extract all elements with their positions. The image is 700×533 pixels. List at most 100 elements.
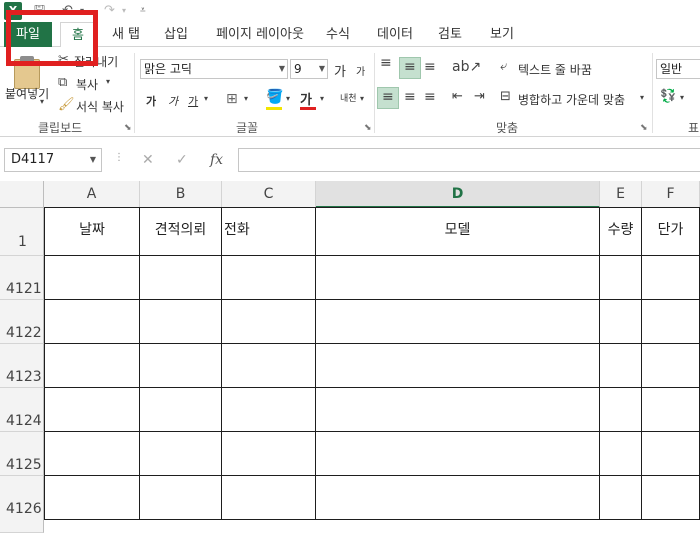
row-header[interactable]: 4124	[0, 388, 44, 432]
clipboard-launcher-icon[interactable]: ⬊	[124, 123, 132, 133]
font-launcher-icon[interactable]: ⬊	[364, 123, 372, 133]
table-cell[interactable]	[316, 300, 600, 344]
cancel-icon[interactable]: ✕	[142, 152, 154, 168]
decrease-indent-icon[interactable]: ⇤	[452, 89, 463, 104]
header-cell-model[interactable]: 모델	[316, 207, 600, 256]
enter-icon[interactable]: ✓	[176, 152, 188, 168]
table-cell[interactable]	[140, 476, 222, 520]
align-center-icon[interactable]: ≡	[404, 89, 416, 105]
tab-view[interactable]: 보기	[484, 22, 520, 47]
redo-dropdown-icon[interactable]: ▾	[122, 2, 126, 20]
redo-icon[interactable]: ↷	[104, 2, 115, 20]
font-color-button[interactable]: 가	[300, 89, 312, 108]
tab-page-layout[interactable]: 페이지 레이아웃	[210, 22, 310, 47]
alignment-launcher-icon[interactable]: ⬊	[640, 123, 648, 133]
wrap-text-icon[interactable]: ⤶	[500, 59, 507, 74]
border-dropdown-icon[interactable]: ▾	[244, 94, 248, 103]
table-cell[interactable]	[600, 300, 642, 344]
table-cell[interactable]	[316, 256, 600, 300]
table-cell[interactable]	[642, 388, 700, 432]
tab-data[interactable]: 데이터	[372, 22, 418, 47]
formula-input[interactable]	[238, 148, 700, 172]
column-header-d[interactable]: D	[316, 181, 600, 208]
table-cell[interactable]	[642, 432, 700, 476]
table-cell[interactable]	[140, 388, 222, 432]
fill-color-dropdown-icon[interactable]: ▾	[286, 94, 290, 103]
merge-center-button[interactable]: 병합하고 가운데 맞춤	[518, 91, 625, 108]
table-cell[interactable]	[140, 432, 222, 476]
underline-dropdown-icon[interactable]: ▾	[204, 94, 208, 103]
table-cell[interactable]	[222, 388, 316, 432]
underline-button[interactable]: 가	[188, 93, 198, 109]
header-cell-phone[interactable]: 전화	[222, 207, 316, 256]
row-header-1[interactable]: 1	[0, 208, 44, 256]
tab-formulas[interactable]: 수식	[320, 22, 356, 47]
column-header-a[interactable]: A	[44, 181, 140, 208]
table-cell[interactable]	[44, 432, 140, 476]
format-painter-icon[interactable]: 🖌	[58, 97, 75, 112]
table-cell[interactable]	[44, 300, 140, 344]
table-cell[interactable]	[44, 388, 140, 432]
row-header[interactable]: 4121	[0, 256, 44, 300]
font-color-dropdown-icon[interactable]: ▾	[320, 94, 324, 103]
accounting-dropdown-icon[interactable]: ▾	[680, 93, 684, 102]
copy-button[interactable]: 복사	[76, 76, 98, 93]
table-cell[interactable]	[222, 476, 316, 520]
table-cell[interactable]	[44, 344, 140, 388]
phonetic-button[interactable]: 내천	[340, 91, 357, 104]
table-cell[interactable]	[222, 344, 316, 388]
align-bottom-icon[interactable]: ≡	[424, 59, 436, 75]
row-header[interactable]: 4126	[0, 476, 44, 533]
font-name-select[interactable]: 맑은 고딕 ▼	[140, 59, 288, 79]
table-cell[interactable]	[642, 256, 700, 300]
table-cell[interactable]	[44, 256, 140, 300]
table-cell[interactable]	[44, 476, 140, 520]
tab-review[interactable]: 검토	[432, 22, 468, 47]
column-header-b[interactable]: B	[140, 181, 222, 208]
row-header[interactable]: 4123	[0, 344, 44, 388]
format-painter-button[interactable]: 서식 복사	[76, 98, 124, 115]
accounting-format-icon[interactable]: 💱	[660, 89, 676, 104]
italic-button[interactable]: 가	[168, 93, 178, 109]
increase-indent-icon[interactable]: ⇥	[474, 89, 485, 104]
table-cell[interactable]	[642, 300, 700, 344]
header-cell-price[interactable]: 단가	[642, 207, 700, 256]
table-cell[interactable]	[222, 432, 316, 476]
name-box[interactable]: D4117 ▼	[4, 148, 102, 172]
column-header-f[interactable]: F	[642, 181, 700, 208]
border-icon[interactable]: ⊞	[226, 91, 238, 107]
table-cell[interactable]	[140, 344, 222, 388]
merge-dropdown-icon[interactable]: ▾	[640, 93, 644, 102]
header-cell-quantity[interactable]: 수량	[600, 207, 642, 256]
insert-function-icon[interactable]: fx	[210, 152, 223, 168]
table-cell[interactable]	[600, 388, 642, 432]
table-cell[interactable]	[222, 300, 316, 344]
table-cell[interactable]	[140, 300, 222, 344]
phonetic-dropdown-icon[interactable]: ▾	[360, 94, 364, 103]
table-cell[interactable]	[316, 476, 600, 520]
header-cell-quote[interactable]: 견적의뢰	[140, 207, 222, 256]
shrink-font-button[interactable]: 가	[356, 63, 365, 78]
customize-qat-icon[interactable]: ⩡	[140, 2, 146, 20]
bold-button[interactable]: 가	[146, 93, 156, 109]
tab-insert[interactable]: 삽입	[158, 22, 194, 47]
align-top-icon[interactable]: ≡	[380, 55, 392, 71]
grow-font-button[interactable]: 가	[334, 61, 346, 80]
table-cell[interactable]	[600, 344, 642, 388]
table-cell[interactable]	[600, 432, 642, 476]
font-size-select[interactable]: 9 ▼	[290, 59, 328, 79]
table-cell[interactable]	[316, 344, 600, 388]
column-header-c[interactable]: C	[222, 181, 316, 208]
copy-icon[interactable]: ⧉	[58, 75, 67, 90]
copy-dropdown-icon[interactable]: ▾	[106, 77, 110, 86]
table-cell[interactable]	[316, 388, 600, 432]
table-cell[interactable]	[600, 256, 642, 300]
wrap-text-button[interactable]: 텍스트 줄 바꿈	[518, 61, 592, 78]
align-right-icon[interactable]: ≡	[424, 89, 436, 105]
row-header[interactable]: 4122	[0, 300, 44, 344]
row-header[interactable]: 4125	[0, 432, 44, 476]
paste-dropdown-icon[interactable]: ▾	[40, 97, 44, 106]
table-cell[interactable]	[642, 344, 700, 388]
table-cell[interactable]	[642, 476, 700, 520]
table-cell[interactable]	[316, 432, 600, 476]
